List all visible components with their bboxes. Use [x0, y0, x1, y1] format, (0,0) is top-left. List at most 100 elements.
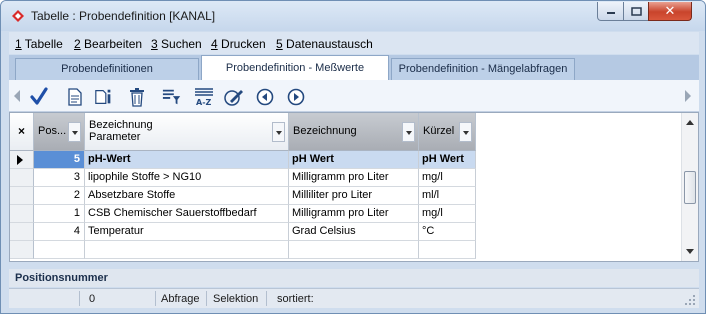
status-selektion: Selektion	[213, 293, 259, 305]
close-button[interactable]: ✕	[648, 2, 692, 21]
chevron-down-icon[interactable]	[459, 122, 472, 142]
table-row[interactable]: 3 lipophile Stoffe > NG10 Milligramm pro L…	[10, 169, 476, 187]
sort-button[interactable]: A-Z	[194, 87, 214, 107]
record-info-button[interactable]	[94, 87, 114, 107]
tab-maengelabfragen[interactable]: Probendefinition - Mängelabfragen	[391, 58, 575, 80]
toolbar: A-Z	[9, 80, 699, 112]
cell-pos[interactable]: 5	[34, 151, 85, 169]
cell-param[interactable]: Absetzbare Stoffe	[85, 187, 289, 205]
table-row[interactable]: 5 pH-Wert pH Wert pH Wert	[10, 151, 476, 169]
cell-kurz[interactable]: pH Wert	[419, 151, 476, 169]
table-row[interactable]: 4 Temperatur Grad Celsius °C	[10, 223, 476, 241]
status-sortiert: sortiert:	[277, 293, 314, 305]
nav-right-icon[interactable]	[683, 88, 693, 104]
app-window: Tabelle : Probendefinition [KANAL] ✕ 1 T…	[0, 0, 706, 314]
cell-kurz[interactable]: °C	[419, 223, 476, 241]
cell-pos[interactable]: 1	[34, 205, 85, 223]
cell-param[interactable]: pH-Wert	[85, 151, 289, 169]
status-separator	[79, 291, 80, 306]
chevron-down-icon[interactable]	[272, 122, 285, 142]
menu-bearbeiten[interactable]: 2 Bearbeiten	[74, 37, 142, 51]
menu-bar: 1 Tabelle 2 Bearbeiten 3 Suchen 4 Drucke…	[9, 32, 699, 54]
cell-bez[interactable]: Grad Celsius	[289, 223, 419, 241]
row-indicator[interactable]	[10, 205, 34, 223]
cell-param[interactable]: Temperatur	[85, 223, 289, 241]
table-row[interactable]: 2 Absetzbare Stoffe Milliliter pro Liter ml…	[10, 187, 476, 205]
row-indicator[interactable]	[10, 169, 34, 187]
table-row[interactable]: 1 CSB Chemischer Sauerstoffbedarf Milligra…	[10, 205, 476, 223]
row-indicator[interactable]	[10, 223, 34, 241]
maximize-button[interactable]	[623, 2, 649, 21]
nav-left-icon[interactable]	[12, 88, 22, 104]
column-header-kuerzel[interactable]: Kürzel	[419, 113, 476, 151]
tab-messwerte[interactable]: Probendefinition - Meßwerte	[201, 55, 389, 80]
current-row-pointer-icon	[17, 155, 23, 165]
record-count: 0	[89, 293, 96, 305]
row-indicator[interactable]	[10, 151, 34, 169]
scroll-down-icon[interactable]	[686, 249, 694, 255]
cell-pos[interactable]: 4	[34, 223, 85, 241]
status-separator	[155, 291, 156, 306]
status-separator	[266, 291, 267, 306]
cell-pos[interactable]	[34, 241, 85, 259]
menu-drucken[interactable]: 4 Drucken	[211, 37, 266, 51]
cell-bez[interactable]	[289, 241, 419, 259]
app-logo-icon	[12, 10, 24, 22]
minimize-button[interactable]	[597, 2, 624, 21]
column-header-pos[interactable]: Pos...	[34, 113, 85, 151]
edit-button[interactable]	[224, 87, 244, 107]
next-button[interactable]	[286, 87, 306, 107]
cell-kurz[interactable]: mg/l	[419, 169, 476, 187]
new-record-button[interactable]	[65, 87, 85, 107]
cell-bez[interactable]: Milliliter pro Liter	[289, 187, 419, 205]
cell-kurz[interactable]: mg/l	[419, 205, 476, 223]
vertical-scrollbar[interactable]	[681, 113, 698, 261]
menu-tabelle[interactable]: 1 Tabelle	[15, 37, 63, 51]
menu-suchen[interactable]: 3 Suchen	[151, 37, 202, 51]
maximize-icon	[630, 6, 642, 16]
cell-pos[interactable]: 3	[34, 169, 85, 187]
column-header-bezeichnung[interactable]: Bezeichnung	[289, 113, 419, 151]
title-bar[interactable]: Tabelle : Probendefinition [KANAL] ✕	[1, 1, 705, 31]
cell-bez[interactable]: Milligramm pro Liter	[289, 205, 419, 223]
previous-button[interactable]	[255, 87, 275, 107]
cell-kurz[interactable]	[419, 241, 476, 259]
scrollbar-thumb[interactable]	[684, 171, 696, 204]
status-separator	[206, 291, 207, 306]
chevron-down-icon[interactable]	[402, 122, 415, 142]
resize-grip-icon[interactable]	[685, 295, 695, 305]
tab-strip: Probendefinitionen Probendefinition - Me…	[9, 55, 699, 80]
data-grid: × Pos... Bezeichnung Parameter Bezeichnu…	[9, 112, 699, 262]
delete-button[interactable]	[127, 87, 147, 107]
status-abfrage: Abfrage	[161, 293, 200, 305]
menu-datenaustausch[interactable]: 5 Datenaustausch	[276, 37, 373, 51]
scroll-up-icon[interactable]	[686, 119, 694, 125]
delete-icon	[130, 88, 144, 107]
tab-probendefinitionen[interactable]: Probendefinitionen	[15, 58, 199, 80]
checkmark-icon	[30, 87, 48, 105]
filter-icon	[162, 89, 181, 105]
window-title: Tabelle : Probendefinition [KANAL]	[31, 9, 216, 23]
save-button[interactable]	[29, 87, 49, 107]
cell-bez[interactable]: pH Wert	[289, 151, 419, 169]
row-indicator[interactable]	[10, 187, 34, 205]
chevron-down-icon[interactable]	[68, 122, 81, 142]
close-icon: ✕	[664, 3, 676, 18]
previous-icon	[256, 88, 274, 106]
next-icon	[287, 88, 305, 106]
cell-pos[interactable]: 2	[34, 187, 85, 205]
row-indicator[interactable]	[10, 241, 34, 259]
minimize-icon	[606, 12, 615, 14]
table-row-empty[interactable]	[10, 241, 476, 259]
document-info-icon	[95, 89, 111, 104]
cell-param[interactable]: lipophile Stoffe > NG10	[85, 169, 289, 187]
filter-button[interactable]	[162, 87, 182, 107]
cell-param[interactable]	[85, 241, 289, 259]
cell-bez[interactable]: Milligramm pro Liter	[289, 169, 419, 187]
column-header-parameter[interactable]: Bezeichnung Parameter	[85, 113, 289, 151]
sort-az-icon: A-Z	[195, 88, 213, 107]
field-label: Positionsnummer	[9, 269, 699, 287]
cell-kurz[interactable]: ml/l	[419, 187, 476, 205]
cell-param[interactable]: CSB Chemischer Sauerstoffbedarf	[85, 205, 289, 223]
delete-column-header[interactable]: ×	[10, 113, 34, 151]
